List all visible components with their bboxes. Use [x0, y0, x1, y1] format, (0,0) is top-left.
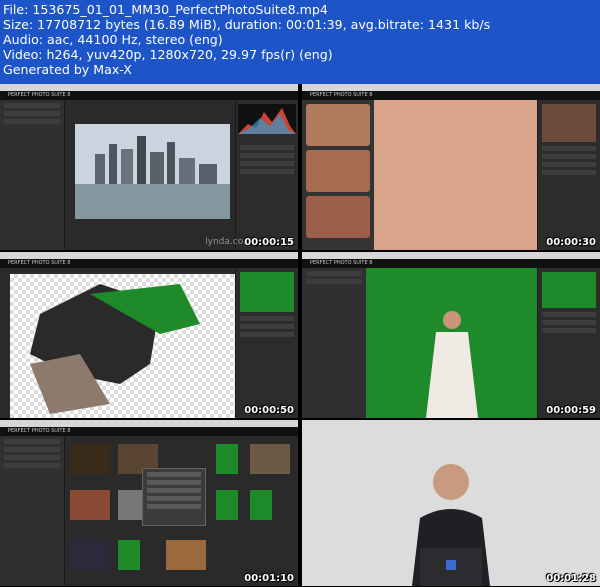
- info-header: File: 153675_01_01_MM30_PerfectPhotoSuit…: [0, 0, 600, 84]
- context-menu[interactable]: [142, 468, 206, 526]
- file-line: File: 153675_01_01_MM30_PerfectPhotoSuit…: [3, 2, 328, 17]
- thumbnail-4[interactable]: PERFECT PHOTO SUITE 8 00:00:59: [302, 252, 600, 418]
- thumbnail-3[interactable]: PERFECT PHOTO SUITE 8 00:00:50: [0, 252, 298, 418]
- browser-sidebar: [0, 100, 65, 250]
- mask-panel: [235, 268, 298, 418]
- timestamp: 00:00:30: [546, 237, 596, 248]
- thumbnail-1[interactable]: PERFECT PHOTO SUITE 8 lynda.com 00:00:15: [0, 84, 298, 250]
- app-logo: PERFECT PHOTO SUITE 8: [8, 92, 71, 98]
- thumbnail-2[interactable]: PERFECT PHOTO SUITE 8 00:00:30: [302, 84, 600, 250]
- app-logo: PERFECT PHOTO SUITE 8: [8, 428, 71, 434]
- mac-menubar: [0, 252, 298, 259]
- app-toolbar: PERFECT PHOTO SUITE 8: [0, 259, 298, 268]
- adjust-panel: [537, 268, 600, 418]
- timestamp: 00:01:10: [244, 573, 294, 584]
- masked-subject: [30, 284, 200, 414]
- audio-line: Audio: aac, 44100 Hz, stereo (eng): [3, 32, 223, 47]
- app-logo: PERFECT PHOTO SUITE 8: [8, 260, 71, 266]
- city-photo: [75, 124, 230, 219]
- thumbnail-grid: PERFECT PHOTO SUITE 8 lynda.com 00:00:15…: [0, 84, 600, 587]
- thumbnail-6[interactable]: 00:01:28: [302, 420, 600, 586]
- adjustments-panel: [235, 100, 298, 250]
- generated-line: Generated by Max-X: [3, 62, 132, 77]
- video-line: Video: h264, yuv420p, 1280x720, 29.97 fp…: [3, 47, 333, 62]
- size-line: Size: 17708712 bytes (16.89 MiB), durati…: [3, 17, 491, 32]
- bride-figure: [426, 311, 478, 418]
- retouch-panel: [537, 100, 600, 250]
- histogram: [238, 104, 296, 134]
- mac-menubar: [0, 84, 298, 91]
- presenter-scene: [302, 420, 600, 586]
- skin-closeup: [374, 100, 538, 250]
- thumbnail-5[interactable]: PERFECT PHOTO SUITE 8 00:01:10: [0, 420, 298, 586]
- timestamp: 00:00:50: [244, 405, 294, 416]
- app-toolbar: PERFECT PHOTO SUITE 8: [0, 427, 298, 436]
- face-strip: [302, 100, 374, 250]
- mac-menubar: [302, 252, 600, 259]
- timestamp: 00:01:28: [546, 573, 596, 584]
- green-screen-photo: [366, 268, 538, 418]
- timestamp: 00:00:59: [546, 405, 596, 416]
- app-toolbar: PERFECT PHOTO SUITE 8: [302, 259, 600, 268]
- photo-grid: [66, 440, 298, 586]
- mac-menubar: [0, 420, 298, 427]
- timestamp: 00:00:15: [244, 237, 294, 248]
- mac-menubar: [302, 84, 600, 91]
- app-logo: PERFECT PHOTO SUITE 8: [310, 260, 373, 266]
- browser-sidebar: [302, 268, 367, 418]
- browser-sidebar: [0, 436, 65, 586]
- app-toolbar: PERFECT PHOTO SUITE 8: [302, 91, 600, 100]
- app-toolbar: PERFECT PHOTO SUITE 8: [0, 91, 298, 100]
- app-logo: PERFECT PHOTO SUITE 8: [310, 92, 373, 98]
